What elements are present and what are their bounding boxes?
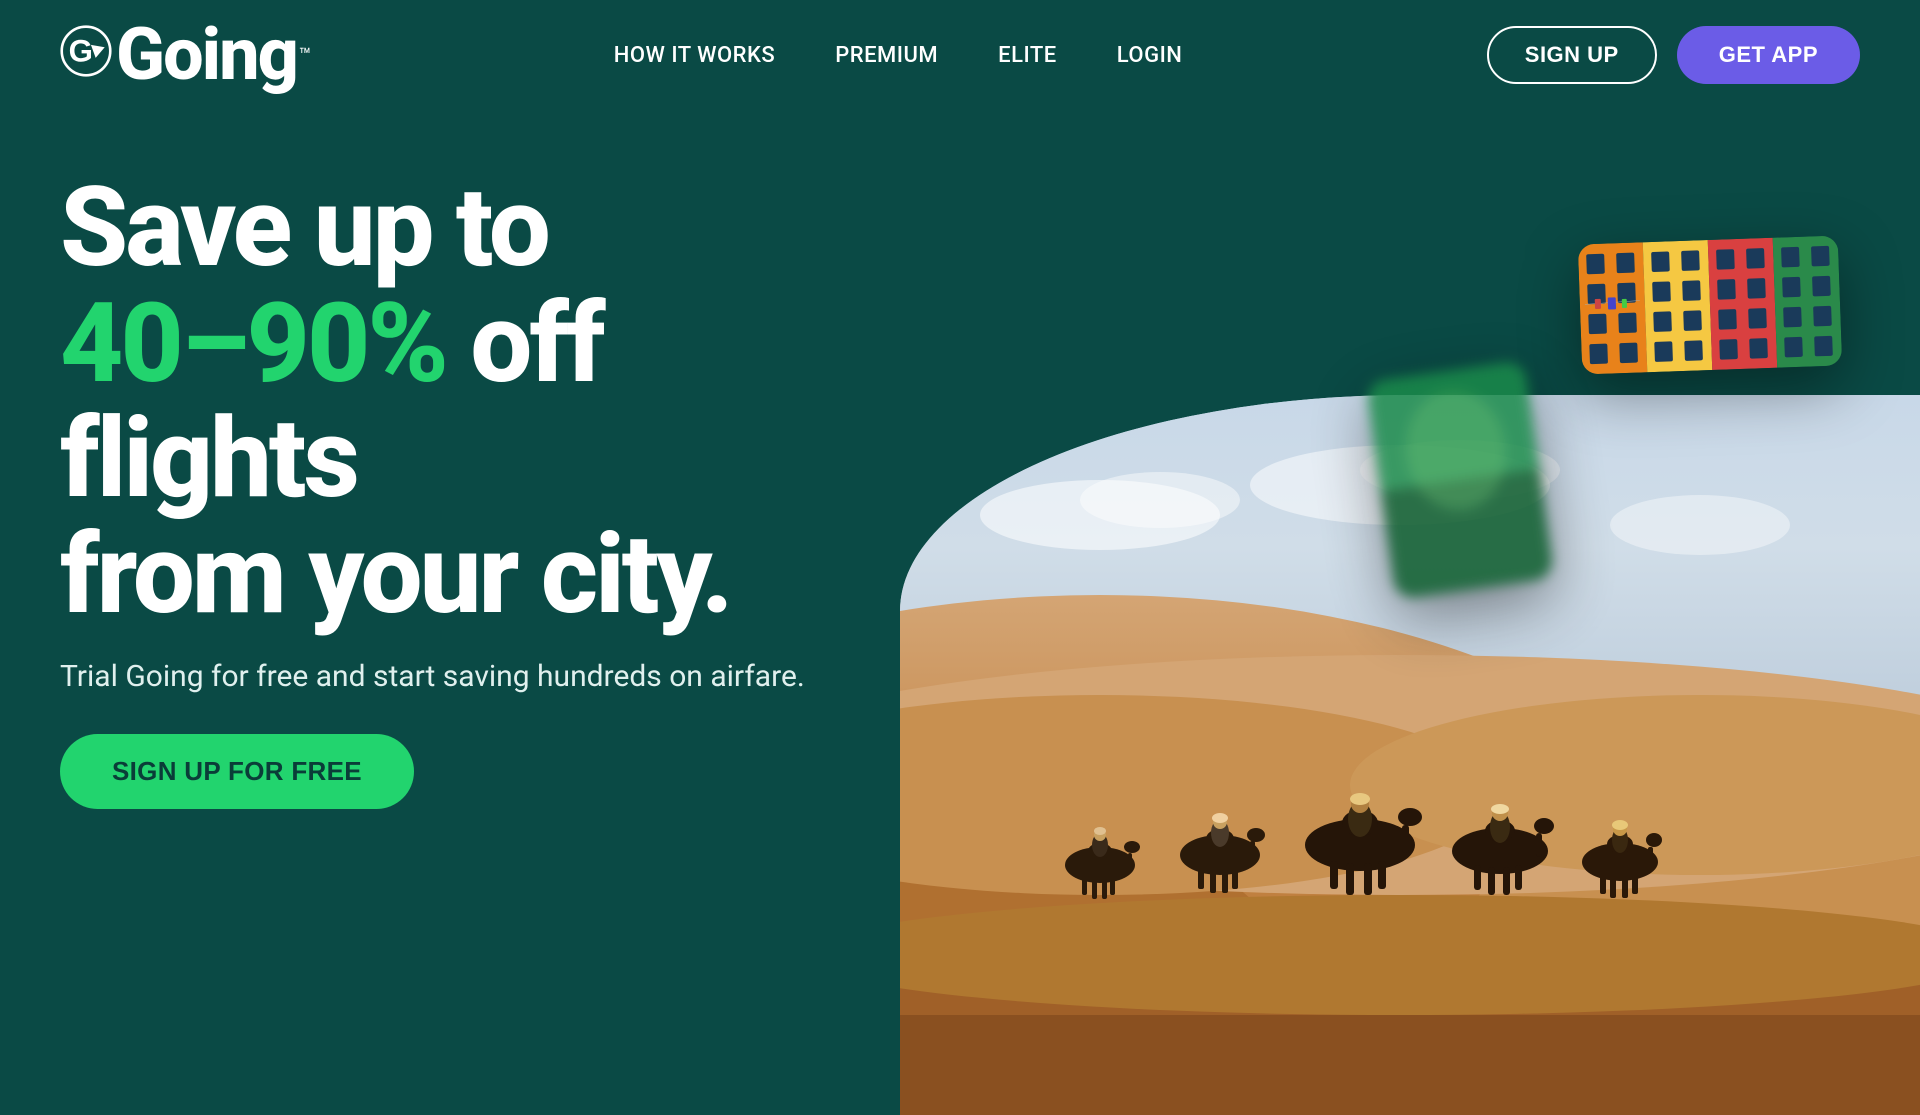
- getapp-button[interactable]: GET APP: [1677, 26, 1860, 84]
- logo-tm: ™: [299, 45, 310, 65]
- headline: Save up to 40–90% off flights from your …: [60, 170, 920, 632]
- svg-text:G: G: [69, 33, 92, 68]
- hero-section: Save up to 40–90% off flights from your …: [0, 110, 1920, 1115]
- blurry-photo-card: [1365, 360, 1554, 600]
- nav-actions: SIGN UP GET APP: [1487, 26, 1860, 84]
- hero-content: Save up to 40–90% off flights from your …: [60, 170, 920, 809]
- logo-text: Going: [116, 19, 297, 91]
- logo[interactable]: G Going™: [60, 19, 309, 91]
- nav-elite[interactable]: ELITE: [998, 43, 1057, 68]
- logo-icon: G: [60, 25, 112, 77]
- nav-how-it-works[interactable]: HOW IT WORKS: [614, 43, 775, 68]
- signup-free-button[interactable]: SIGN UP FOR FREE: [60, 734, 414, 809]
- navbar: G Going™ HOW IT WORKS PREMIUM ELITE LOGI…: [0, 0, 1920, 110]
- nav-links: HOW IT WORKS PREMIUM ELITE LOGIN: [614, 43, 1183, 68]
- hero-images: [900, 110, 1920, 1115]
- headline-highlight: 40–90%: [60, 279, 446, 408]
- nav-login[interactable]: LOGIN: [1117, 43, 1183, 68]
- nav-premium[interactable]: PREMIUM: [835, 43, 938, 68]
- building-card: [1578, 236, 1842, 375]
- signup-button[interactable]: SIGN UP: [1487, 26, 1657, 84]
- headline-line1: Save up to: [60, 163, 548, 292]
- headline-line3: from your city.: [60, 510, 731, 639]
- hero-subtext: Trial Going for free and start saving hu…: [60, 656, 920, 698]
